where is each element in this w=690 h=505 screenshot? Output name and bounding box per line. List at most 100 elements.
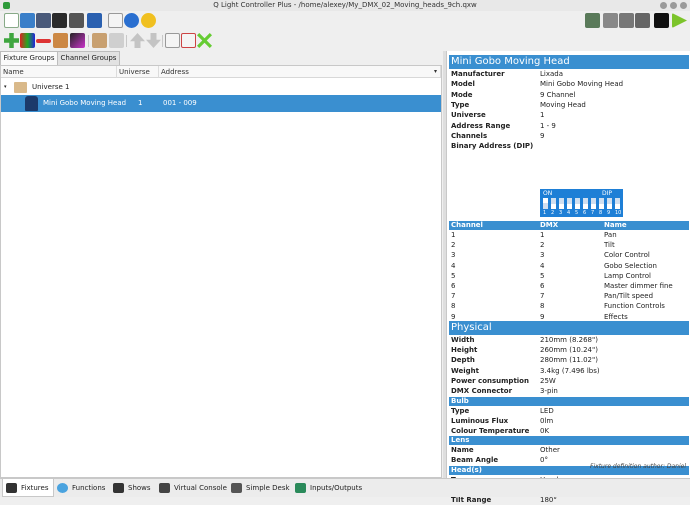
simple-desk-icon (231, 483, 242, 493)
general-field-value: Lixada (540, 70, 564, 78)
operate-mode-icon[interactable] (635, 13, 650, 28)
fixture-tree: Name Universe Address ▾ ▾ Universe 1 Min… (0, 65, 442, 478)
close-button[interactable] (680, 2, 687, 9)
general-field-label: Binary Address (DIP) (451, 142, 534, 151)
bulb-title: Bulb (449, 397, 689, 406)
physical-field-label: Weight (451, 366, 479, 375)
ungroup-fixture-icon[interactable] (109, 33, 124, 48)
play-icon[interactable] (672, 13, 687, 28)
channel-dmx: 8 (540, 302, 545, 311)
address-tool-icon[interactable] (69, 13, 84, 28)
dip-switch-knob (591, 204, 596, 209)
dip-switch-toggle (543, 198, 548, 209)
dmx-dump-icon[interactable] (87, 13, 102, 28)
general-field-label: Mode (451, 90, 473, 99)
fade-config-icon[interactable] (70, 33, 85, 48)
column-name-label: Name (3, 68, 24, 76)
column-header-universe[interactable]: Universe (117, 66, 159, 78)
dip-number: 5 (575, 210, 579, 216)
dip-switch-toggle (567, 198, 572, 209)
add-fixture-icon[interactable] (4, 33, 19, 48)
dip-switch-toggle (583, 198, 588, 209)
window-titlebar: Q Light Controller Plus - /home/alexey/M… (0, 0, 690, 11)
dip-on-label: ON (543, 190, 553, 197)
tab-fixture-groups[interactable]: Fixture Groups (0, 51, 58, 66)
help-icon[interactable] (124, 13, 139, 28)
universe-row[interactable]: ▾ Universe 1 (1, 79, 441, 96)
fixture-properties-icon[interactable] (53, 33, 68, 48)
channel-number: 2 (451, 241, 456, 250)
tab-channel-groups[interactable]: Channel Groups (57, 51, 120, 65)
remap-fixtures-icon[interactable] (197, 33, 212, 48)
lens-field-value: Other (540, 446, 560, 454)
channel-name: Function Controls (604, 302, 665, 311)
dip-switch-toggle (615, 198, 620, 209)
bottom-tab-shows[interactable]: Shows (110, 479, 156, 497)
channel-dmx: 1 (540, 231, 545, 239)
remove-fixture-icon[interactable] (36, 39, 51, 43)
fixture-row[interactable]: Mini Gobo Moving Head 1 001 - 009 (1, 95, 441, 112)
dip-number: 7 (591, 210, 595, 216)
dip-switch: ON DIP 1 2 3 4 5 6 7 8 9 10 (540, 189, 623, 217)
universe-folder-icon (14, 82, 27, 93)
column-menu-icon[interactable]: ▾ (434, 66, 437, 78)
panic-icon[interactable] (619, 13, 634, 28)
dip-switch-knob (567, 204, 572, 209)
column-header-name[interactable]: Name (1, 66, 117, 78)
general-field-label: Address Range (451, 121, 511, 130)
export-fixtures-icon[interactable] (181, 33, 196, 48)
save-workspace-icon[interactable] (36, 13, 51, 28)
toolbar-separator-3 (162, 35, 163, 47)
physical-title-text: Physical (451, 322, 492, 333)
general-field-label: Type (451, 100, 470, 109)
column-header-address[interactable]: Address ▾ (159, 66, 441, 78)
general-field-value: 9 (540, 131, 545, 140)
bottom-tab-simple-desk[interactable]: Simple Desk (228, 479, 292, 497)
new-workspace-icon[interactable] (4, 13, 19, 28)
tab-channel-groups-label: Channel Groups (60, 54, 117, 62)
dip-switch-toggle (559, 198, 564, 209)
bottom-tab-virtual-console[interactable]: Virtual Console (156, 479, 228, 497)
bottom-tab-bar: Fixtures Functions Shows Virtual Console… (0, 478, 690, 497)
stop-functions-icon[interactable] (603, 13, 618, 28)
physical-title: Physical (449, 321, 689, 335)
maximize-button[interactable] (670, 2, 677, 9)
window-title: Q Light Controller Plus - /home/alexey/M… (213, 1, 477, 9)
general-field-value: Moving Head (540, 100, 586, 109)
functions-icon (57, 483, 68, 493)
open-workspace-icon[interactable] (20, 13, 35, 28)
design-mode-icon[interactable] (654, 13, 669, 28)
universe-label: Universe 1 (32, 83, 70, 91)
live-edit-icon[interactable] (141, 13, 156, 28)
move-down-icon[interactable] (146, 33, 161, 48)
add-rgb-panel-icon[interactable] (20, 33, 35, 48)
bulb-field-label: Type (451, 407, 470, 415)
group-fixture-icon[interactable] (92, 33, 107, 48)
lens-field-label: Name (451, 446, 474, 454)
fixture-name: Mini Gobo Moving Head (43, 99, 127, 107)
dip-switch-toggle (551, 198, 556, 209)
channel-name: Master dimmer fine (604, 282, 673, 290)
bottom-tab-fixtures-label: Fixtures (21, 484, 49, 492)
expand-arrow-icon[interactable]: ▾ (4, 79, 7, 96)
channel-dmx: 5 (540, 271, 545, 280)
app-icon (3, 2, 10, 9)
bottom-tab-functions-label: Functions (72, 484, 106, 492)
bulb-field-value: LED (540, 407, 554, 415)
monitor-icon[interactable] (52, 13, 67, 28)
bulb-field-value: 0lm (540, 417, 554, 426)
dip-number: 4 (567, 210, 571, 216)
bottom-tab-inputs-outputs[interactable]: Inputs/Outputs (292, 479, 362, 497)
fixture-info-panel: Mini Gobo Moving Head Manufacturer Lixada… (446, 51, 690, 504)
bottom-tab-fixtures[interactable]: Fixtures (2, 479, 54, 497)
channel-number: 7 (451, 292, 456, 301)
move-up-icon[interactable] (130, 33, 145, 48)
fixture-add-icon[interactable] (585, 13, 600, 28)
general-field-value: 1 (540, 111, 545, 120)
dip-number: 6 (583, 210, 587, 216)
bottom-tab-functions[interactable]: Functions (54, 479, 110, 497)
dip-switch-knob (615, 204, 620, 209)
minimize-button[interactable] (660, 2, 667, 9)
blackout-icon[interactable] (108, 13, 123, 28)
import-fixtures-icon[interactable] (165, 33, 180, 48)
